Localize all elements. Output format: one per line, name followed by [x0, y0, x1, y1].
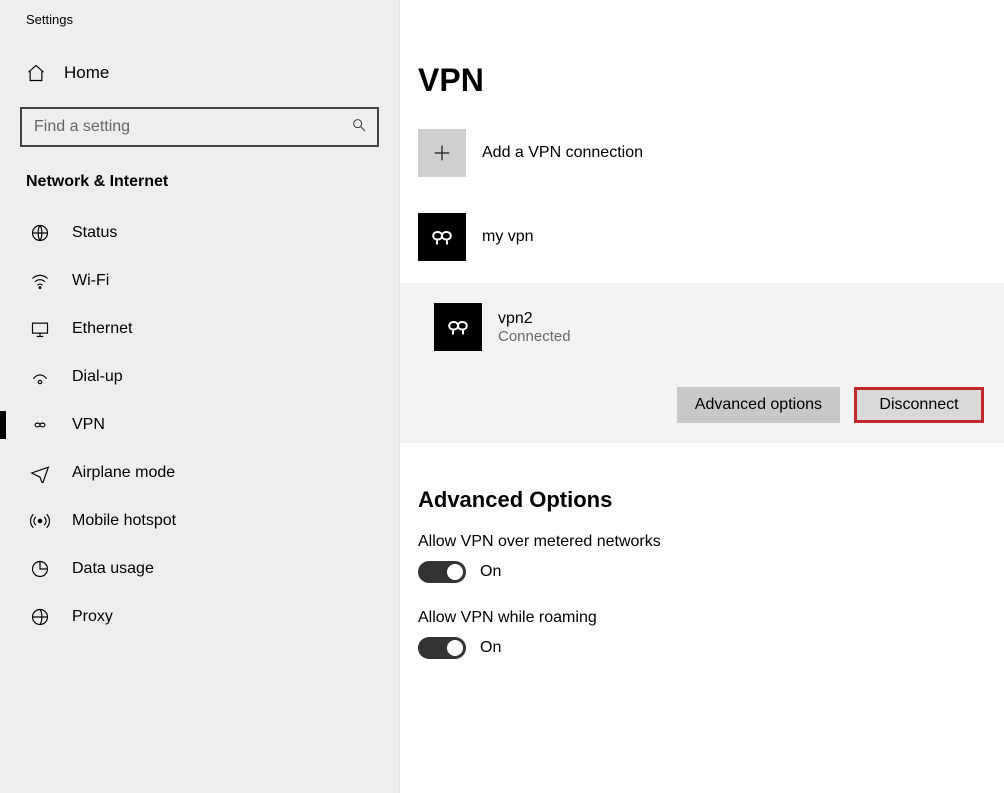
- vpn-connection-name: my vpn: [482, 228, 534, 246]
- vpn-connection-item[interactable]: vpn2 Connected: [416, 295, 988, 359]
- dialup-icon: [30, 367, 50, 387]
- search-icon: [351, 117, 367, 137]
- nav-item-ethernet[interactable]: Ethernet: [0, 305, 399, 353]
- search-box[interactable]: [20, 107, 379, 147]
- home-link[interactable]: Home: [0, 57, 399, 107]
- page-title: VPN: [418, 62, 1004, 99]
- vpn-connection-selected: vpn2 Connected Advanced options Disconne…: [400, 283, 1004, 443]
- airplane-icon: [30, 463, 50, 483]
- nav-item-status[interactable]: Status: [0, 209, 399, 257]
- search-input[interactable]: [32, 109, 351, 145]
- vpn-connection-icon: [434, 303, 482, 351]
- category-header: Network & Internet: [0, 173, 399, 209]
- nav-item-wifi[interactable]: Wi-Fi: [0, 257, 399, 305]
- vpn-connection-status: Connected: [498, 328, 571, 345]
- vpn-icon: [30, 415, 50, 435]
- wifi-icon: [30, 271, 50, 291]
- vpn-connection-icon: [418, 213, 466, 261]
- nav-label: Airplane mode: [72, 464, 175, 482]
- main-pane: VPN Add a VPN connection my vpn: [400, 0, 1004, 793]
- nav-item-dialup[interactable]: Dial-up: [0, 353, 399, 401]
- nav-label: Mobile hotspot: [72, 512, 176, 530]
- nav-item-airplane[interactable]: Airplane mode: [0, 449, 399, 497]
- vpn-connection-name: vpn2: [498, 310, 571, 328]
- toggle-state: On: [480, 563, 501, 581]
- advanced-options-section: Advanced Options Allow VPN over metered …: [418, 487, 1004, 659]
- nav-item-hotspot[interactable]: Mobile hotspot: [0, 497, 399, 545]
- nav-label: Proxy: [72, 608, 113, 626]
- globe-icon: [30, 223, 50, 243]
- vpn-connection-item[interactable]: my vpn: [418, 205, 1004, 269]
- toggle-roaming[interactable]: [418, 637, 466, 659]
- toggle-state: On: [480, 639, 501, 657]
- nav-label: Data usage: [72, 560, 154, 578]
- plus-icon: [418, 129, 466, 177]
- nav-item-datausage[interactable]: Data usage: [0, 545, 399, 593]
- data-usage-icon: [30, 559, 50, 579]
- nav-label: Status: [72, 224, 117, 242]
- add-vpn-label: Add a VPN connection: [482, 144, 643, 162]
- nav-item-proxy[interactable]: Proxy: [0, 593, 399, 641]
- hotspot-icon: [30, 511, 50, 531]
- home-icon: [26, 63, 46, 83]
- window-title: Settings: [0, 8, 399, 57]
- toggle-metered[interactable]: [418, 561, 466, 583]
- toggle-label-metered: Allow VPN over metered networks: [418, 533, 1004, 551]
- nav-label: Ethernet: [72, 320, 132, 338]
- nav-list: Status Wi-Fi Ethernet Dial-up: [0, 209, 399, 641]
- nav-label: Wi-Fi: [72, 272, 109, 290]
- ethernet-icon: [30, 319, 50, 339]
- advanced-options-button[interactable]: Advanced options: [677, 387, 840, 423]
- proxy-icon: [30, 607, 50, 627]
- nav-label: Dial-up: [72, 368, 123, 386]
- nav-label: VPN: [72, 416, 105, 434]
- add-vpn-connection[interactable]: Add a VPN connection: [418, 129, 1004, 177]
- home-label: Home: [64, 63, 109, 83]
- nav-item-vpn[interactable]: VPN: [0, 401, 399, 449]
- disconnect-button[interactable]: Disconnect: [854, 387, 984, 423]
- toggle-label-roaming: Allow VPN while roaming: [418, 609, 1004, 627]
- advanced-options-title: Advanced Options: [418, 487, 1004, 513]
- sidebar: Settings Home Network & Internet Status: [0, 0, 400, 793]
